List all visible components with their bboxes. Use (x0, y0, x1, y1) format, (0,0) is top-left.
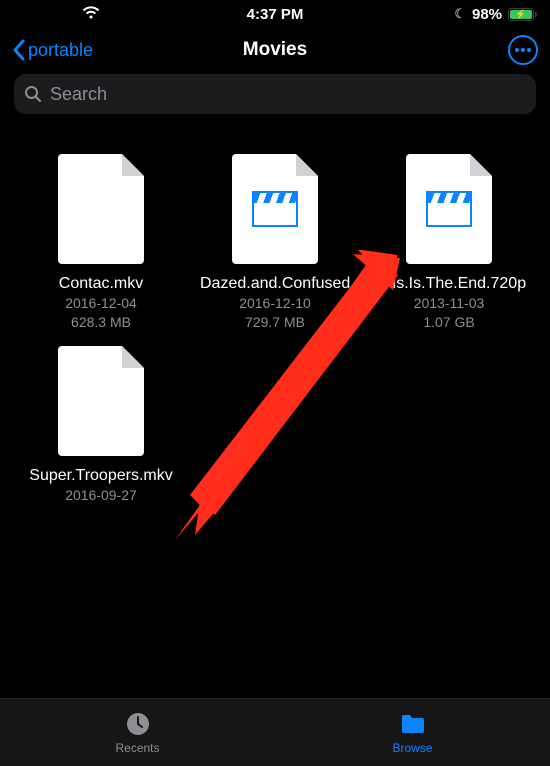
search-input[interactable]: Search (14, 74, 536, 114)
search-placeholder: Search (50, 84, 107, 105)
file-date: 2016-09-27 (65, 486, 137, 505)
file-name: Super.Troopers.mkv (29, 466, 172, 486)
back-button[interactable]: portable (12, 39, 187, 61)
wifi-icon (82, 6, 100, 23)
clock-icon (125, 711, 151, 737)
tab-label: Recents (115, 741, 159, 755)
chevron-left-icon (12, 39, 26, 61)
file-name: Dazed.and.Confused (200, 274, 350, 294)
dnd-moon-icon: ☾ (454, 6, 466, 22)
file-date: 2013-11-03 (414, 294, 485, 313)
file-name: This.Is.The.End.720p (374, 274, 524, 294)
file-size: 628.3 MB (71, 313, 131, 332)
file-item[interactable]: Dazed.and.Confused 2016-12-10 729.7 MB (192, 154, 358, 332)
battery-percent: 98% (472, 6, 502, 23)
tab-label: Browse (392, 741, 432, 755)
video-file-icon (232, 154, 318, 264)
video-file-icon (406, 154, 492, 264)
tab-recents[interactable]: Recents (0, 699, 275, 766)
file-name: Contac.mkv (59, 274, 143, 294)
folder-icon (400, 711, 426, 737)
file-item[interactable]: This.Is.The.End.720p 2013-11-03 1.07 GB (366, 154, 532, 332)
tab-bar: Recents Browse (0, 698, 550, 766)
file-icon (58, 346, 144, 456)
file-icon (58, 154, 144, 264)
nav-bar: portable Movies (0, 28, 550, 72)
ellipsis-icon (515, 48, 531, 52)
file-size: 729.7 MB (245, 313, 305, 332)
file-grid: Contac.mkv 2016-12-04 628.3 MB Dazed.and… (0, 124, 550, 535)
back-label: portable (28, 40, 93, 61)
file-date: 2016-12-04 (65, 294, 137, 313)
status-time: 4:37 PM (189, 6, 362, 23)
search-icon (24, 85, 42, 103)
status-bar: 4:37 PM ☾ 98% ⚡ (0, 0, 550, 28)
file-date: 2016-12-10 (239, 294, 311, 313)
file-item[interactable]: Super.Troopers.mkv 2016-09-27 (18, 346, 184, 505)
file-size: 1.07 GB (423, 313, 474, 332)
carrier-redacted (16, 7, 76, 21)
battery-icon: ⚡ (508, 8, 534, 21)
more-button[interactable] (508, 35, 538, 65)
tab-browse[interactable]: Browse (275, 699, 550, 766)
page-title: Movies (187, 39, 362, 61)
file-item[interactable]: Contac.mkv 2016-12-04 628.3 MB (18, 154, 184, 332)
